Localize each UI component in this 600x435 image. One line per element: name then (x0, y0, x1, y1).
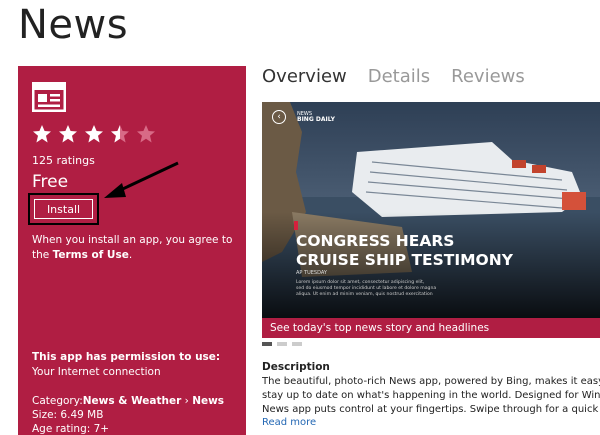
description-line: stay up to date on what's happening in t… (262, 390, 600, 401)
newspaper-icon (32, 82, 66, 112)
screenshot-headline: CONGRESS HEARS CRUISE SHIP TESTIMONY (296, 232, 576, 270)
category-label: Category: (32, 395, 83, 407)
article-meta: AP TUESDAY (296, 270, 327, 276)
category-link[interactable]: News & Weather (83, 395, 182, 407)
article-line: aliqua. Ut enim ad minim veniam, quis no… (296, 292, 433, 297)
pager-dot-active[interactable] (262, 342, 272, 346)
headline-line: CRUISE SHIP TESTIMONY (296, 251, 513, 269)
pager-dot[interactable] (277, 342, 287, 346)
app-info-panel: 125 ratings Free Install When you instal… (18, 66, 246, 435)
annotation-arrow-icon (104, 161, 179, 198)
screenshot-caption: See today's top news story and headlines (262, 318, 600, 338)
tab-overview[interactable]: Overview (262, 66, 347, 87)
permission-item: Your Internet connection (32, 366, 161, 378)
description-line: The beautiful, photo-rich News app, powe… (262, 376, 600, 387)
permissions-heading: This app has permission to use: (32, 351, 221, 363)
install-agreement: When you install an app, you agree to th… (32, 233, 237, 263)
app-size: Size: 6.49 MB (32, 409, 104, 421)
description-line: News app puts control at your fingertips… (262, 404, 600, 415)
tab-bar: Overview Details Reviews (262, 66, 525, 87)
star-full-icon (85, 125, 103, 143)
install-button[interactable]: Install (34, 199, 93, 219)
star-half-icon (111, 125, 129, 143)
headline-line: CONGRESS HEARS (296, 232, 455, 250)
rating-stars (32, 124, 156, 144)
price: Free (32, 172, 69, 192)
star-empty-icon (137, 125, 155, 143)
description-heading: Description (262, 361, 330, 373)
age-rating: Age rating: 7+ (32, 423, 110, 435)
subcategory-link[interactable]: News (192, 395, 224, 407)
back-arrow-icon[interactable]: ‹ (272, 110, 286, 124)
brand-name: BING DAILY (297, 116, 335, 123)
read-more-link[interactable]: Read more (262, 417, 316, 428)
screenshot-pager (262, 342, 302, 346)
screenshot-image[interactable]: ‹ NEWS BING DAILY CONGRESS HEARS CRUISE … (262, 102, 600, 320)
app-title: News (18, 2, 129, 48)
terms-of-use-link[interactable]: Terms of Use (53, 249, 129, 261)
news-brand: NEWS BING DAILY (297, 111, 335, 123)
tab-reviews[interactable]: Reviews (451, 66, 525, 87)
star-full-icon (33, 125, 51, 143)
agreement-suffix: . (128, 249, 133, 261)
article-body: Lorem ipsum dolor sit amet, consectetur … (296, 280, 456, 298)
category-separator: › (184, 395, 189, 407)
tab-details[interactable]: Details (368, 66, 430, 87)
description-text: The beautiful, photo-rich News app, powe… (262, 375, 600, 417)
headline-accent (294, 221, 298, 230)
star-full-icon (59, 125, 77, 143)
pager-dot[interactable] (292, 342, 302, 346)
category: Category:News & Weather › News (32, 395, 224, 407)
ratings-count: 125 ratings (32, 154, 95, 167)
